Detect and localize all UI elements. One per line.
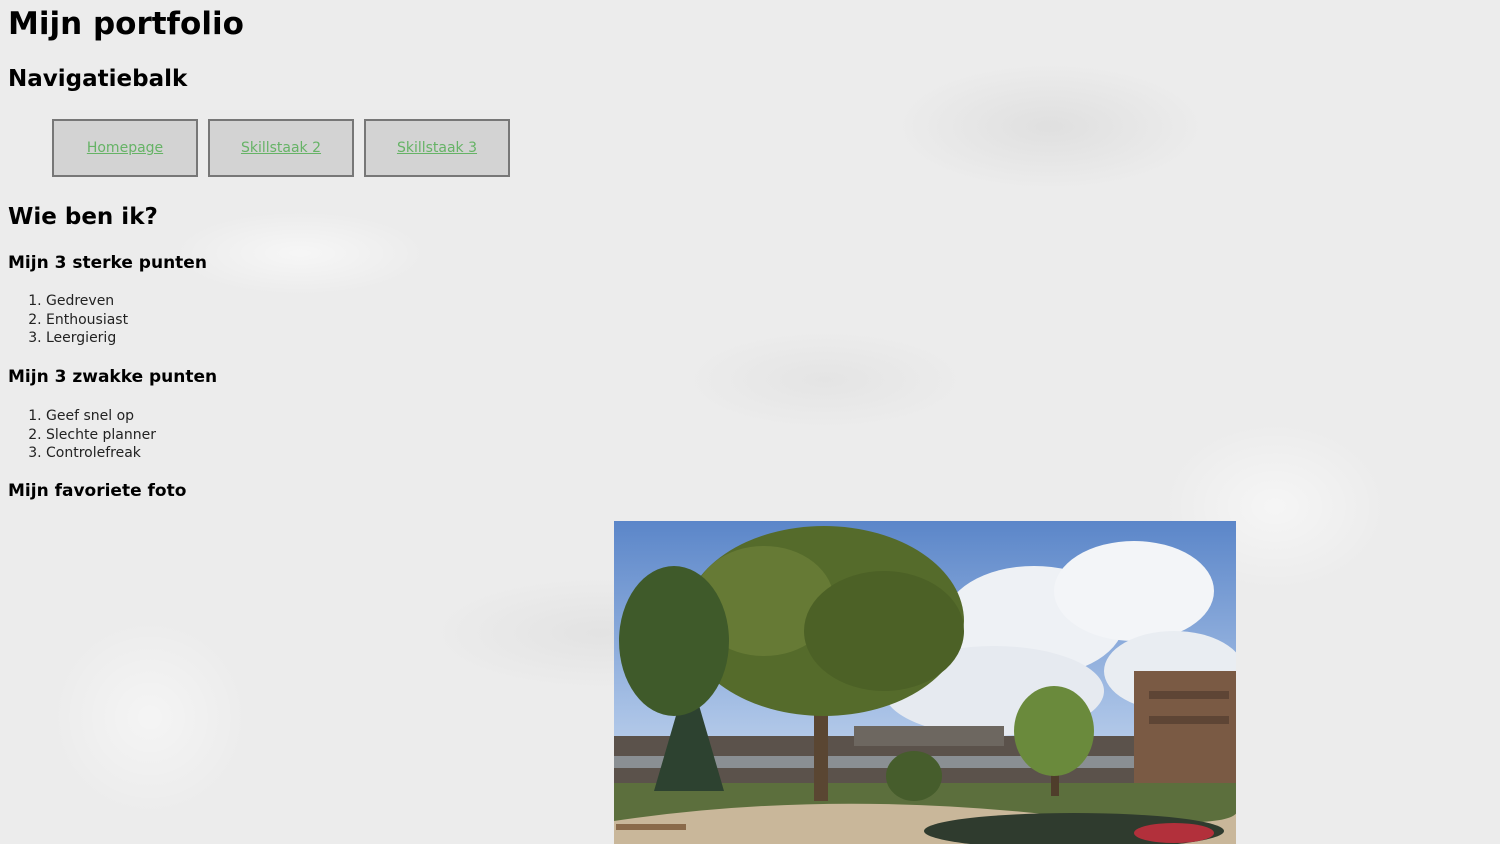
photo-heading: Mijn favoriete foto [8,481,187,501]
strengths-heading: Mijn 3 sterke punten [8,253,207,273]
weaknesses-list: Geef snel op Slechte planner Controlefre… [8,407,156,463]
list-item: Geef snel op [46,407,156,426]
nav-link-homepage[interactable]: Homepage [87,140,163,156]
navigation-bar: Homepage Skillstaak 2 Skillstaak 3 [52,119,510,177]
page-title: Mijn portfolio [8,6,244,42]
favorite-photo [614,521,1236,844]
list-item: Leergierig [46,329,128,348]
garden-photo-icon [614,521,1236,844]
nav-heading: Navigatiebalk [8,66,188,92]
nav-button-homepage[interactable]: Homepage [52,119,198,177]
list-item: Controlefreak [46,444,156,463]
strengths-list: Gedreven Enthousiast Leergierig [8,292,128,348]
nav-link-skillstaak-3[interactable]: Skillstaak 3 [397,140,477,156]
about-heading: Wie ben ik? [8,204,158,230]
nav-link-skillstaak-2[interactable]: Skillstaak 2 [241,140,321,156]
list-item: Gedreven [46,292,128,311]
list-item: Slechte planner [46,426,156,445]
nav-button-skillstaak-2[interactable]: Skillstaak 2 [208,119,354,177]
weaknesses-heading: Mijn 3 zwakke punten [8,367,218,387]
nav-button-skillstaak-3[interactable]: Skillstaak 3 [364,119,510,177]
list-item: Enthousiast [46,311,128,330]
